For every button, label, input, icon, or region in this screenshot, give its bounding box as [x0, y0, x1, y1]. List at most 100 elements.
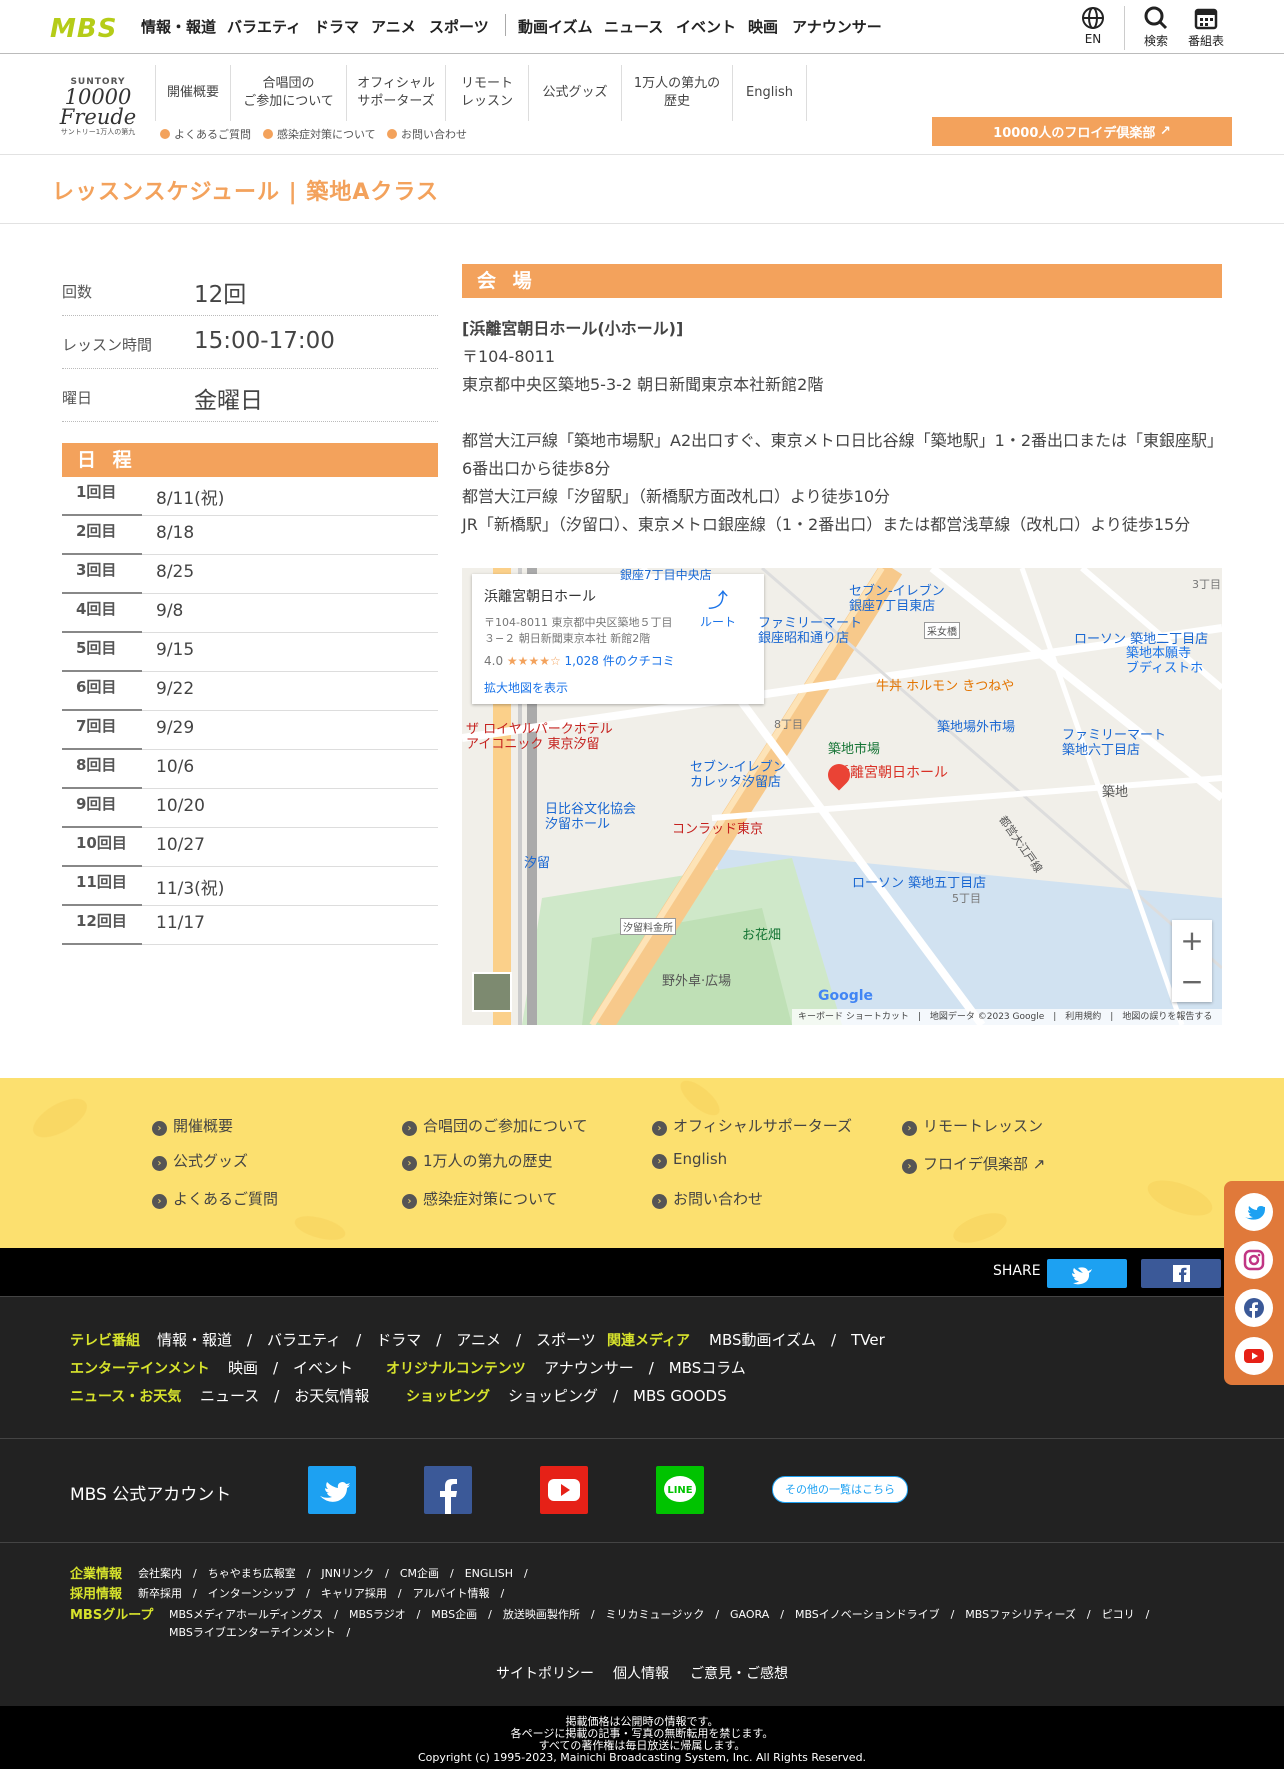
- gnav-drama[interactable]: ドラマ: [314, 16, 359, 37]
- footer-link-overview[interactable]: › 開催概要: [152, 1115, 233, 1136]
- sublink-contact[interactable]: お問い合わせ: [387, 126, 467, 142]
- zoom-out-button[interactable]: −: [1172, 961, 1212, 1002]
- map-enlarge-link[interactable]: 拡大地図を表示: [484, 679, 752, 696]
- schedule-button[interactable]: 番組表: [1186, 6, 1226, 49]
- info-label: 回数: [62, 283, 93, 301]
- site-policy-link[interactable]: サイトポリシー: [496, 1663, 594, 1683]
- schedule-date: 8/11(祝): [156, 489, 225, 509]
- schedule-date: 10/20: [156, 796, 205, 816]
- gnav-movie[interactable]: 映画: [748, 16, 778, 37]
- schedule-row: 11回目 11/3(祝): [62, 867, 438, 906]
- float-twitter-link[interactable]: [1235, 1193, 1273, 1231]
- map-pin-label: 浜離宮朝日ホール: [836, 765, 948, 781]
- map-poi-label: お花畑: [742, 928, 782, 943]
- group-links[interactable]: MBSメディアホールディングス / MBSラジオ / MBS企画 / 放送映画製…: [169, 1606, 1149, 1622]
- club-button-label: 10000人のフロイデ倶楽部: [993, 126, 1156, 141]
- schedule-row: 5回目 9/15: [62, 633, 438, 672]
- gnav-sports[interactable]: スポーツ: [429, 16, 489, 37]
- schedule-heading: 日 程: [62, 443, 438, 477]
- mbs-twitter-link[interactable]: [308, 1466, 356, 1514]
- privacy-link[interactable]: 個人情報: [613, 1663, 669, 1683]
- sublink-faq[interactable]: よくあるご質問: [160, 126, 251, 142]
- subnav-supporters[interactable]: オフィシャル サポーターズ: [347, 65, 446, 121]
- search-button[interactable]: 検索: [1136, 6, 1176, 49]
- gnav-anime[interactable]: アニメ: [371, 16, 416, 37]
- gnav-douga-ism[interactable]: 動画イズム: [518, 16, 593, 37]
- footer-link-history[interactable]: › 1万人の第九の歴史: [402, 1150, 553, 1171]
- footer-link-label: 1万人の第九の歴史: [423, 1152, 553, 1170]
- map-card-address: ３−２ 朝日新聞東京本社 新館2階: [484, 632, 651, 645]
- gnav-news[interactable]: ニュース: [604, 16, 663, 37]
- share-facebook-button[interactable]: [1141, 1259, 1221, 1288]
- footer-link-infection[interactable]: › 感染症対策について: [402, 1188, 558, 1209]
- chevron-right-icon: ›: [402, 1194, 417, 1209]
- footer-link-english[interactable]: › English: [652, 1150, 727, 1169]
- float-youtube-link[interactable]: [1235, 1337, 1273, 1375]
- schedule-date: 9/22: [156, 679, 195, 699]
- float-instagram-link[interactable]: [1235, 1241, 1273, 1279]
- map-poi-label: 銀座7丁目中央店: [620, 568, 712, 582]
- map-route-button[interactable]: ⤴ ルート: [700, 584, 736, 630]
- youtube-icon: [1244, 1349, 1264, 1363]
- share-twitter-button[interactable]: [1047, 1259, 1127, 1288]
- language-button[interactable]: EN: [1073, 6, 1113, 46]
- schedule-lesson-number: 4回目: [62, 594, 142, 633]
- subnav-join-choir[interactable]: 合唱団の ご参加について: [231, 65, 347, 121]
- corp-links[interactable]: 会社案内 / ちゃやまち広報室 / JNNリンク / CM企画 / ENGLIS…: [138, 1565, 528, 1581]
- freude-club-button[interactable]: 10000人のフロイデ倶楽部 ↗: [932, 117, 1232, 146]
- recruit-links[interactable]: 新卒採用 / インターンシップ / キャリア採用 / アルバイト情報 /: [138, 1585, 504, 1601]
- globe-icon: [1073, 6, 1113, 32]
- footer-items[interactable]: 映画 / イベント: [228, 1357, 353, 1378]
- share-label: SHARE: [993, 1263, 1041, 1279]
- google-map[interactable]: 浜離宮朝日ホール 〒104-8011 東京都中央区築地５丁目 ３−２ 朝日新聞東…: [462, 568, 1222, 1025]
- footer-link-goods[interactable]: › 公式グッズ: [152, 1150, 248, 1171]
- feedback-link[interactable]: ご意見・ご感想: [690, 1663, 788, 1683]
- footer-category: MBSグループ: [70, 1608, 154, 1623]
- map-poi-label: 牛丼 ホルモン きつねや: [876, 679, 1015, 694]
- mbs-facebook-link[interactable]: [424, 1466, 472, 1514]
- satellite-toggle[interactable]: [472, 972, 512, 1012]
- zoom-in-button[interactable]: +: [1172, 920, 1212, 961]
- gnav-event[interactable]: イベント: [676, 16, 736, 37]
- sublink-infection[interactable]: 感染症対策について: [263, 126, 376, 142]
- subnav-history[interactable]: 1万人の第九の 歴史: [622, 65, 733, 121]
- float-facebook-link[interactable]: [1235, 1289, 1273, 1327]
- mbs-line-link[interactable]: LINE: [656, 1466, 704, 1514]
- toolbar-divider: [1124, 6, 1125, 50]
- footer-link-join[interactable]: › 合唱団のご参加について: [402, 1115, 588, 1136]
- map-poi-label: ファミリーマート 銀座昭和通り店: [758, 616, 863, 646]
- footer-link-club[interactable]: › フロイデ倶楽部 ↗: [902, 1153, 1045, 1174]
- footer-items[interactable]: MBS動画イズム / TVer: [709, 1329, 885, 1350]
- footer-items[interactable]: アナウンサー / MBSコラム: [544, 1357, 746, 1378]
- map-attribution[interactable]: キーボード ショートカット | 地図データ ©2023 Google | 利用規…: [792, 1009, 1222, 1025]
- footer-link-faq[interactable]: › よくあるご質問: [152, 1188, 278, 1209]
- group-links[interactable]: MBSライブエンターテインメント /: [169, 1624, 350, 1640]
- mbs-logo[interactable]: MBS: [50, 14, 117, 44]
- footer-items[interactable]: 情報・報道 / バラエティ / ドラマ / アニメ / スポーツ: [157, 1329, 596, 1350]
- footer-link-contact[interactable]: › お問い合わせ: [652, 1188, 763, 1209]
- map-poi-label: セブン-イレブン カレッタ汐留店: [690, 760, 786, 790]
- mbs-youtube-link[interactable]: [540, 1466, 588, 1514]
- schedule-lesson-number: 8回目: [62, 750, 142, 789]
- divider: [0, 1438, 1284, 1439]
- footer-items[interactable]: ショッピング / MBS GOODS: [508, 1385, 727, 1406]
- info-row-count: 回数 12回: [62, 263, 438, 316]
- gnav-announcer[interactable]: アナウンサー: [792, 16, 882, 37]
- subnav-overview[interactable]: 開催概要: [155, 65, 231, 121]
- gnav-news-info[interactable]: 情報・報道: [141, 16, 216, 37]
- schedule-date: 9/8: [156, 601, 184, 621]
- more-accounts-button[interactable]: その他の一覧はこちら: [772, 1476, 908, 1503]
- footer-link-remote[interactable]: › リモートレッスン: [902, 1115, 1043, 1136]
- map-card-reviews-link[interactable]: 1,028 件のクチコミ: [565, 654, 675, 668]
- subnav-english[interactable]: English: [733, 65, 807, 121]
- footer-link-supporters[interactable]: › オフィシャルサポーターズ: [652, 1115, 852, 1136]
- schedule-row: 7回目 9/29: [62, 711, 438, 750]
- footer-link-label: オフィシャルサポーターズ: [673, 1117, 852, 1135]
- gnav-variety[interactable]: バラエティ: [227, 16, 301, 37]
- calendar-icon: [1186, 6, 1226, 32]
- footer-items[interactable]: ニュース / お天気情報: [200, 1385, 369, 1406]
- freude-logo[interactable]: SUNTORY 10000 Freude サントリー1万人の第九: [52, 77, 144, 137]
- info-value: 12回: [194, 282, 247, 308]
- subnav-goods[interactable]: 公式グッズ: [529, 65, 622, 121]
- subnav-remote-lesson[interactable]: リモート レッスン: [446, 65, 529, 121]
